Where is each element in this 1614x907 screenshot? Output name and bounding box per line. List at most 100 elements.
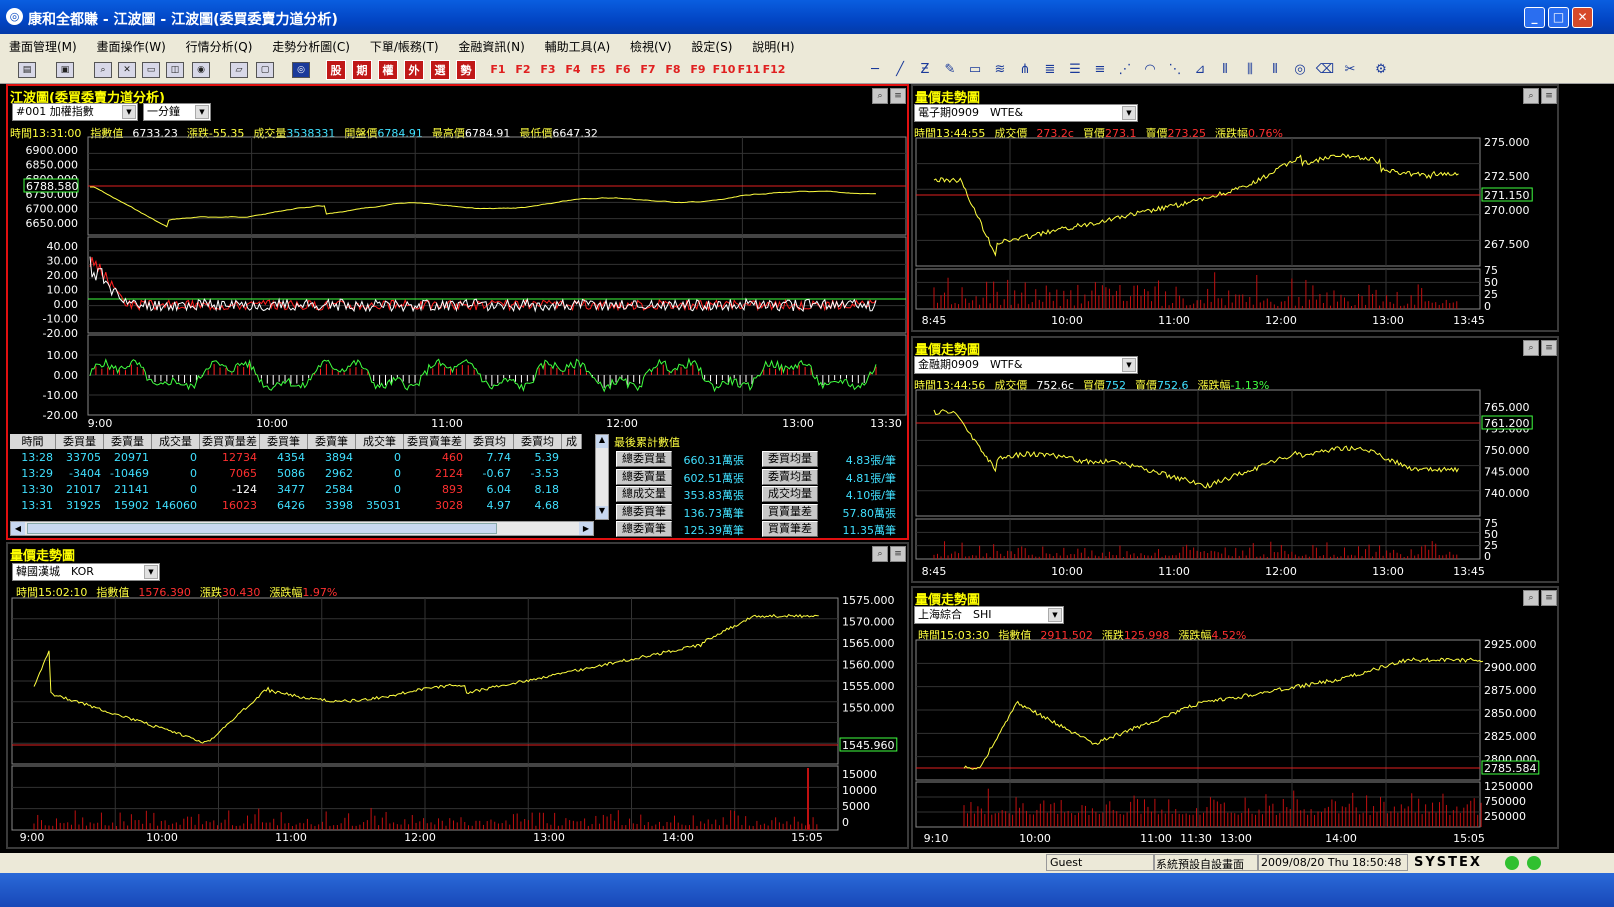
menu-tools[interactable]: 輔助工具(A) [536, 34, 618, 55]
menu-view[interactable]: 檢視(V) [621, 34, 679, 55]
panel-menu-icon[interactable]: ≡ [890, 546, 906, 562]
chart-settings-icon[interactable]: ⚙ [1370, 60, 1392, 80]
minimize-button[interactable]: _ [1524, 7, 1545, 28]
menu-trend-chart[interactable]: 走勢分析圖(C) [263, 34, 357, 55]
table-row[interactable]: 13:30 21017 21141 0 -124 3477 2584 0 893 6.04 8.18 [10, 483, 598, 499]
layers-icon[interactable]: ▱ [230, 62, 248, 78]
maximize-button[interactable]: □ [1548, 7, 1569, 28]
scroll-right-icon[interactable]: ▶ [579, 522, 593, 535]
draw-time-icon[interactable]: ⫴ [1264, 60, 1286, 80]
app-icon[interactable]: ◎ [6, 8, 23, 25]
draw-channel-icon[interactable]: ≋ [989, 60, 1011, 80]
scroll-left-icon[interactable]: ◀ [11, 522, 25, 535]
close-button[interactable]: ✕ [1572, 7, 1593, 28]
menu-screen-manage[interactable]: 畫面管理(M) [0, 34, 84, 55]
f7-button[interactable]: F7 [636, 60, 660, 80]
draw-speed-icon[interactable]: ⋱ [1164, 60, 1186, 80]
korea-symbol-select[interactable]: 韓國漢城 KOR ▼ [12, 563, 160, 581]
symbol-select[interactable]: #001 加權指數 ▼ [12, 103, 138, 121]
scroll-thumb[interactable] [27, 523, 497, 534]
table-row[interactable]: 13:28 33705 20971 0 12734 4354 3894 0 460 7.74 5.3… [10, 451, 598, 467]
delete-all-icon[interactable]: ✂ [1339, 60, 1361, 80]
menu-financial-info[interactable]: 金融資訊(N) [449, 34, 531, 55]
table-vscrollbar[interactable]: ▲ ▼ [595, 434, 609, 520]
menu-help[interactable]: 說明(H) [743, 34, 801, 55]
menu-quote-analysis[interactable]: 行情分析(Q) [177, 34, 260, 55]
sh-symbol-select[interactable]: 上海綜合 SHI ▼ [914, 606, 1064, 624]
zoom-icon[interactable]: ⌕ [1523, 590, 1539, 606]
table-header[interactable]: 委賣筆 [308, 434, 356, 449]
logo-icon[interactable]: ◎ [292, 62, 310, 78]
table-header[interactable]: 委買賣筆差 [404, 434, 466, 449]
f5-button[interactable]: F5 [586, 60, 610, 80]
draw-gann-icon[interactable]: ⊿ [1189, 60, 1211, 80]
f8-button[interactable]: F8 [661, 60, 685, 80]
menu-screen-ops[interactable]: 畫面操作(W) [88, 34, 173, 55]
tile-horizontal-icon[interactable]: ▭ [142, 62, 160, 78]
draw-fork-icon[interactable]: ⋔ [1014, 60, 1036, 80]
f12-button[interactable]: F12 [762, 60, 786, 80]
draw-period-icon[interactable]: ⫼ [1239, 60, 1261, 80]
menu-settings[interactable]: 設定(S) [682, 34, 739, 55]
screen-icon[interactable]: ▤ [18, 62, 36, 78]
table-row[interactable]: 13:31 31925 15902 146060 16023 6426 3398 35031 3… [10, 499, 598, 515]
stock-button[interactable]: 股 [326, 60, 346, 80]
f4-button[interactable]: F4 [561, 60, 585, 80]
scroll-up-icon[interactable]: ▲ [596, 435, 608, 448]
trend-button[interactable]: 勢 [456, 60, 476, 80]
close-window-icon[interactable]: ✕ [118, 62, 136, 78]
chevron-down-icon[interactable]: ▼ [144, 565, 158, 579]
globe-icon[interactable]: ◉ [192, 62, 210, 78]
table-header[interactable]: 委買量 [56, 434, 104, 449]
draw-fan-icon[interactable]: ⋰ [1114, 60, 1136, 80]
draw-circle-icon[interactable]: ◎ [1289, 60, 1311, 80]
f11-button[interactable]: F11 [737, 60, 761, 80]
table-header[interactable]: 時間 [10, 434, 56, 449]
table-header[interactable]: 委買均 [466, 434, 514, 449]
zoom-icon[interactable]: ⌕ [1523, 88, 1539, 104]
zoom-icon[interactable]: ⌕ [872, 546, 888, 562]
tile-vertical-icon[interactable]: ◫ [166, 62, 184, 78]
period-select[interactable]: 一分鐘 ▼ [143, 103, 211, 121]
select-button[interactable]: 選 [430, 60, 450, 80]
f3-button[interactable]: F3 [536, 60, 560, 80]
chevron-down-icon[interactable]: ▼ [1122, 106, 1136, 120]
draw-pen-icon[interactable]: ✎ [939, 60, 961, 80]
elec-symbol-select[interactable]: 電子期0909 WTE& ▼ [914, 104, 1138, 122]
table-row[interactable]: 13:29 -3404 -10469 0 7065 5086 2962 0 2124 -0.67 -… [10, 467, 598, 483]
table-header[interactable]: 委買筆 [260, 434, 308, 449]
draw-levels-icon[interactable]: ☰ [1064, 60, 1086, 80]
panel-menu-icon[interactable]: ≡ [1541, 590, 1557, 606]
scroll-down-icon[interactable]: ▼ [596, 506, 608, 519]
table-header[interactable]: 成 [562, 434, 582, 449]
table-header[interactable]: 委買賣量差 [200, 434, 260, 449]
table-header[interactable]: 委賣量 [104, 434, 152, 449]
draw-cycle-icon[interactable]: ⦀ [1214, 60, 1236, 80]
options-button[interactable]: 權 [378, 60, 398, 80]
f6-button[interactable]: F6 [611, 60, 635, 80]
draw-rect-icon[interactable]: ▭ [964, 60, 986, 80]
panel-menu-icon[interactable]: ≡ [1541, 88, 1557, 104]
draw-hline-icon[interactable]: ─ [864, 60, 886, 80]
fin-symbol-select[interactable]: 金融期0909 WTF& ▼ [914, 356, 1138, 374]
draw-fib-icon[interactable]: ≣ [1039, 60, 1061, 80]
f10-button[interactable]: F10 [712, 60, 736, 80]
chevron-down-icon[interactable]: ▼ [1048, 608, 1062, 622]
f2-button[interactable]: F2 [511, 60, 535, 80]
zoom-icon[interactable]: ⌕ [1523, 340, 1539, 356]
f1-button[interactable]: F1 [486, 60, 510, 80]
zoom-icon[interactable]: ⌕ [872, 88, 888, 104]
foreign-button[interactable]: 外 [404, 60, 424, 80]
search-icon[interactable]: ⌕ [94, 62, 112, 78]
futures-button[interactable]: 期 [352, 60, 372, 80]
draw-arc-icon[interactable]: ◠ [1139, 60, 1161, 80]
draw-zigzag-icon[interactable]: Ƶ [914, 60, 936, 80]
table-header[interactable]: 成交量 [152, 434, 200, 449]
table-header[interactable]: 委賣均 [514, 434, 562, 449]
menu-order-account[interactable]: 下單/帳務(T) [361, 34, 446, 55]
chevron-down-icon[interactable]: ▼ [1122, 358, 1136, 372]
panel-menu-icon[interactable]: ≡ [890, 88, 906, 104]
f9-button[interactable]: F9 [686, 60, 710, 80]
draw-line-icon[interactable]: ╱ [889, 60, 911, 80]
save-icon[interactable]: ▣ [56, 62, 74, 78]
